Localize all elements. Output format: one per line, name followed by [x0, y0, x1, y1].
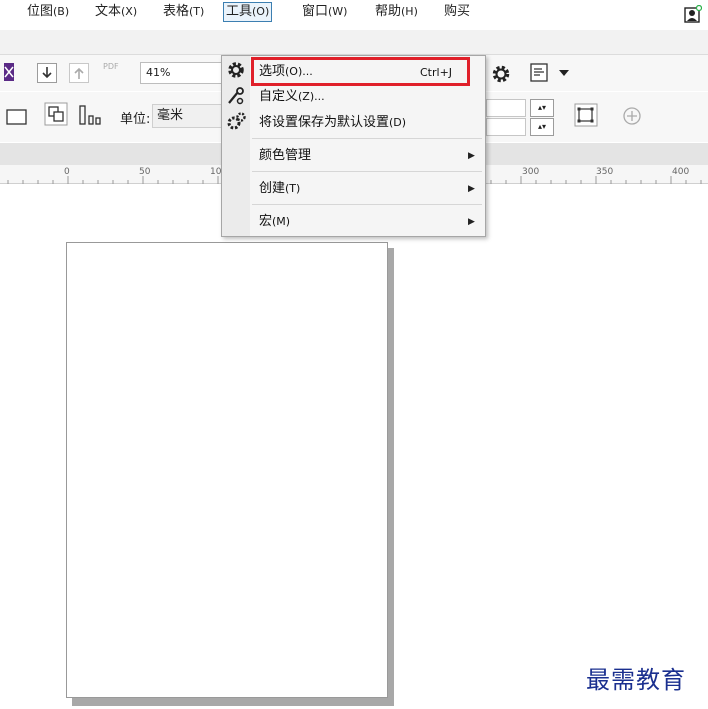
menu-separator: [252, 204, 482, 205]
unit-label: 单位:: [120, 112, 151, 127]
menu-accelerator: (W): [328, 5, 348, 18]
pdf-export-button[interactable]: PDF: [103, 62, 123, 71]
menu-table[interactable]: 表格(T): [163, 3, 204, 21]
gear-icon: [228, 62, 244, 78]
menu-text[interactable]: 文本(X): [95, 3, 137, 21]
menu-item-customize[interactable]: 自定义(Z)...: [259, 86, 325, 108]
gear-icon[interactable]: [490, 63, 512, 85]
menu-help[interactable]: 帮助(H): [375, 3, 418, 21]
menu-accelerator: (O): [252, 5, 270, 18]
menu-label: 工具: [226, 4, 253, 19]
nudge-spin-button[interactable]: ▴▾: [530, 99, 554, 117]
menu-label: 窗口: [302, 4, 329, 19]
chevron-down-icon[interactable]: [559, 70, 569, 76]
user-account-icon[interactable]: [684, 5, 702, 23]
menu-accelerator: (B): [53, 5, 70, 18]
gears-icon: [227, 112, 246, 130]
menu-bitmap[interactable]: 位图(B): [27, 3, 69, 21]
menu-item-accelerator: (Z)...: [298, 90, 325, 103]
duplicate-spin-button[interactable]: ▴▾: [530, 118, 554, 136]
menu-item-accelerator: (T): [285, 182, 301, 195]
menu-label: 文本: [95, 4, 122, 19]
align-bottom-icon[interactable]: [78, 104, 104, 126]
zoom-level-field[interactable]: 41%: [140, 62, 222, 84]
menu-item-create[interactable]: 创建(T): [259, 178, 300, 200]
menu-item-accelerator: (M): [272, 215, 291, 228]
menu-window[interactable]: 窗口(W): [302, 3, 347, 21]
arrange-icon[interactable]: [44, 102, 68, 126]
menu-item-color-management[interactable]: 颜色管理: [259, 145, 311, 167]
wrench-icon: [228, 87, 244, 105]
watermark-text: 最需教育: [586, 666, 686, 694]
menu-item-label: 颜色管理: [259, 148, 312, 163]
menu-label: 帮助: [375, 4, 402, 19]
color-swatch-icon[interactable]: [4, 63, 14, 81]
menu-item-label: 宏: [259, 214, 273, 229]
duplicate-distance-field[interactable]: [486, 118, 526, 136]
unit-select[interactable]: 毫米: [152, 104, 222, 128]
menu-accelerator: (T): [189, 5, 205, 18]
page-corners-icon[interactable]: [574, 103, 598, 127]
menu-item-label: 创建: [259, 181, 286, 196]
menu-label: 位图: [27, 4, 54, 19]
menu-item-macros[interactable]: 宏(M): [259, 211, 290, 233]
submenu-arrow-icon: ▶: [468, 217, 475, 227]
menu-item-label: 自定义: [259, 89, 299, 104]
menu-icon-gutter: [222, 56, 250, 236]
menu-tools[interactable]: 工具(O): [223, 2, 273, 22]
menu-label: 购买: [444, 4, 471, 19]
import-button[interactable]: [37, 63, 57, 83]
menu-separator: [252, 171, 482, 172]
export-button[interactable]: [69, 63, 89, 83]
menu-buy[interactable]: 购买: [444, 3, 470, 21]
nudge-distance-field[interactable]: [486, 99, 526, 117]
menu-accelerator: (X): [121, 5, 138, 18]
annotation-highlight-box: [251, 57, 470, 86]
submenu-arrow-icon: ▶: [468, 184, 475, 194]
page-frame-icon[interactable]: [6, 108, 28, 126]
menu-separator: [252, 138, 482, 139]
menu-label: 表格: [163, 4, 190, 19]
menu-item-label: 将设置保存为默认设置: [259, 115, 390, 130]
menu-bar: [0, 30, 708, 55]
import-icon: [42, 67, 52, 79]
menu-item-accelerator: (D): [389, 116, 407, 129]
launcher-icon[interactable]: [530, 63, 552, 83]
submenu-arrow-icon: ▶: [468, 151, 475, 161]
export-icon: [74, 67, 84, 79]
document-page[interactable]: [66, 242, 388, 698]
menu-accelerator: (H): [401, 5, 418, 18]
pdf-label: PDF: [103, 62, 119, 71]
menu-item-save-defaults[interactable]: 将设置保存为默认设置(D): [259, 112, 406, 134]
add-page-icon[interactable]: [622, 106, 642, 126]
